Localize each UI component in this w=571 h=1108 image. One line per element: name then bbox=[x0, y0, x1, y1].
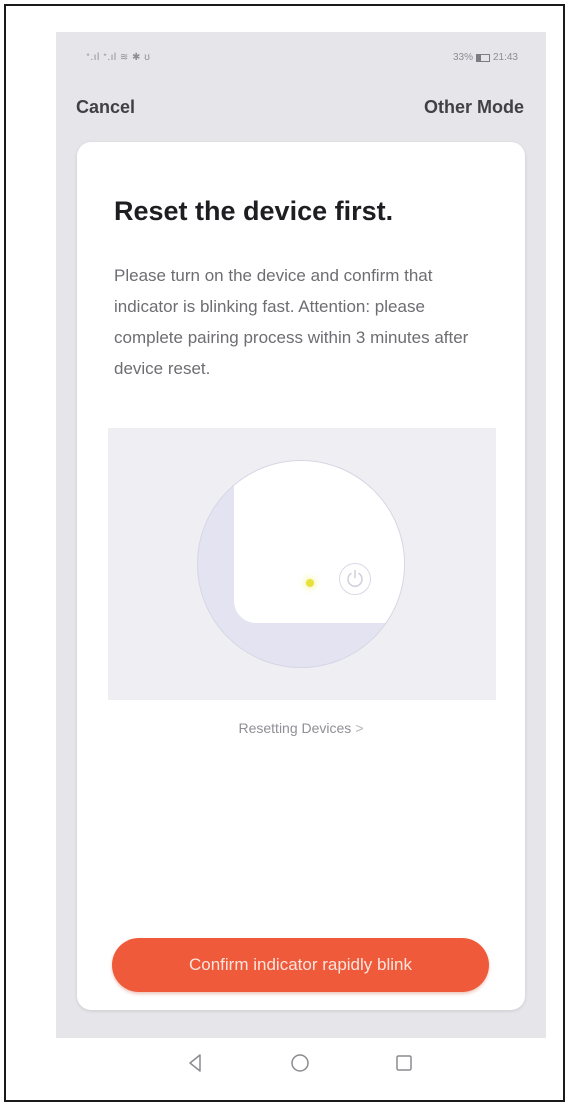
status-bar: ᐩ.ıl ᐩ.ıl ≋ ✱ ʊ 33% 21:43 bbox=[56, 32, 546, 78]
device-face bbox=[234, 461, 404, 623]
top-nav: Cancel Other Mode bbox=[56, 94, 546, 124]
status-time: 21:43 bbox=[492, 52, 518, 63]
power-icon bbox=[339, 563, 371, 595]
signal-indicators: ᐩ.ıl ᐩ.ıl ≋ ✱ ʊ bbox=[86, 52, 151, 63]
indicator-led-icon bbox=[306, 579, 314, 587]
battery-percent: 33% bbox=[452, 52, 473, 63]
chevron-right-icon: > bbox=[355, 720, 364, 736]
phone-screen: ᐩ.ıl ᐩ.ıl ≋ ✱ ʊ 33% 21:43 Cancel Other M… bbox=[56, 32, 546, 1038]
reset-instructions-card: Reset the device first. Please turn on t… bbox=[77, 142, 525, 1010]
resetting-devices-label: Resetting Devices bbox=[238, 720, 352, 736]
system-navigation-bar bbox=[56, 1038, 546, 1094]
battery-icon bbox=[475, 53, 490, 62]
resetting-devices-link[interactable]: Resetting Devices > bbox=[77, 720, 525, 736]
home-circle-icon[interactable] bbox=[289, 1052, 311, 1074]
device-illustration bbox=[108, 428, 496, 700]
power-symbol bbox=[347, 569, 363, 587]
screenshot-frame: ᐩ.ıl ᐩ.ıl ≋ ✱ ʊ 33% 21:43 Cancel Other M… bbox=[4, 4, 565, 1102]
status-right: 33% 21:43 bbox=[453, 52, 518, 63]
cancel-button[interactable]: Cancel bbox=[76, 97, 135, 118]
instructions-text: Please turn on the device and confirm th… bbox=[114, 266, 469, 378]
page-title: Reset the device first. bbox=[114, 196, 394, 226]
recents-square-icon[interactable] bbox=[394, 1052, 414, 1074]
confirm-blink-button[interactable]: Confirm indicator rapidly blink bbox=[112, 938, 489, 992]
device-magnifier-circle bbox=[197, 460, 405, 668]
back-triangle-icon[interactable] bbox=[186, 1052, 204, 1074]
other-mode-button[interactable]: Other Mode bbox=[424, 97, 524, 118]
